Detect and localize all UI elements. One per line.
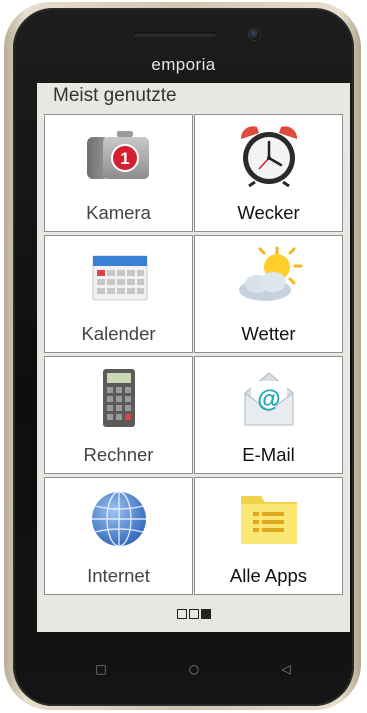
- tile-label-wetter: Wetter: [241, 323, 296, 344]
- tile-internet[interactable]: Internet: [44, 477, 193, 595]
- tile-kamera[interactable]: 1 Kamera: [44, 114, 193, 232]
- page-dot-active[interactable]: [200, 608, 211, 619]
- front-camera-icon: [249, 29, 260, 40]
- tile-label-email: E-Mail: [242, 444, 295, 465]
- tile-alle-apps[interactable]: Alle Apps: [194, 477, 343, 595]
- navigation-bar: □ ○ ◁: [37, 641, 350, 697]
- notification-badge: 1: [120, 149, 129, 168]
- recents-button[interactable]: □: [91, 659, 111, 679]
- home-screen: Meist genutzte 1 Kamera Wecker Kalender …: [37, 83, 350, 632]
- brand-logo: emporia: [151, 55, 216, 74]
- alarm-clock-icon: [240, 126, 298, 187]
- page-indicator[interactable]: [37, 607, 350, 621]
- camera-icon: 1: [87, 131, 149, 179]
- tile-wetter[interactable]: Wetter: [194, 235, 343, 353]
- back-button[interactable]: ◁: [276, 659, 296, 679]
- calendar-icon: [92, 255, 148, 301]
- folder-list-icon: [241, 496, 297, 544]
- tile-rechner[interactable]: Rechner: [44, 356, 193, 474]
- tile-label-kamera: Kamera: [86, 202, 151, 223]
- calculator-icon: [103, 369, 135, 427]
- tile-email[interactable]: @ E-Mail: [194, 356, 343, 474]
- tile-kalender[interactable]: Kalender: [44, 235, 193, 353]
- tile-label-alle-apps: Alle Apps: [229, 565, 308, 586]
- tile-label-kalender: Kalender: [81, 323, 156, 344]
- svg-text:@: @: [257, 386, 280, 413]
- tile-label-wecker: Wecker: [237, 202, 300, 223]
- home-icon: ○: [188, 662, 200, 676]
- tile-label-rechner: Rechner: [83, 444, 154, 465]
- back-icon: ◁: [281, 662, 291, 676]
- tile-label-internet: Internet: [87, 565, 150, 586]
- page-dot[interactable]: [176, 608, 187, 619]
- recents-icon: □: [95, 662, 107, 676]
- earpiece-speaker: [133, 32, 217, 37]
- weather-sun-cloud-icon: [239, 246, 303, 301]
- home-button[interactable]: ○: [184, 659, 204, 679]
- tile-wecker[interactable]: Wecker: [194, 114, 343, 232]
- globe-icon: [92, 491, 146, 547]
- page-dot[interactable]: [188, 608, 199, 619]
- section-header: Meist genutzte: [53, 85, 177, 106]
- email-icon: @: [244, 372, 294, 426]
